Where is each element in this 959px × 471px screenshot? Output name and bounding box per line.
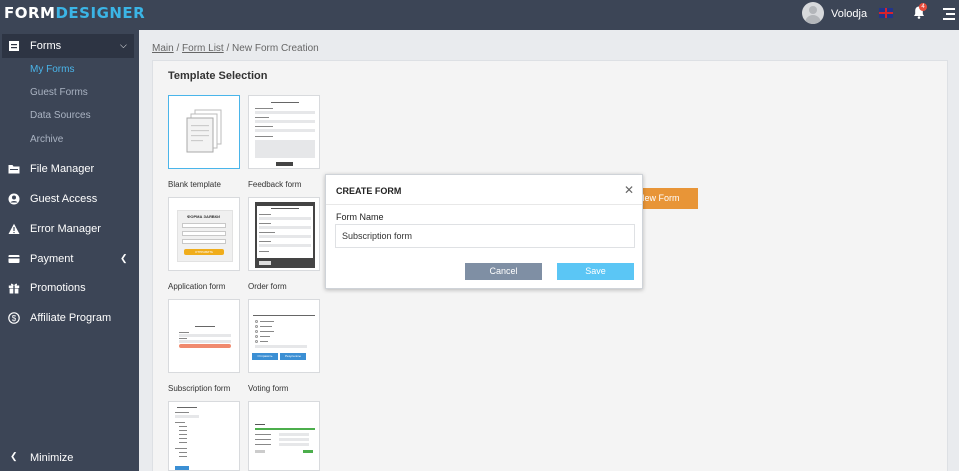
chevron-down-icon: ⌵ <box>120 40 127 50</box>
sidebar-item-guest-access[interactable]: Guest Access <box>0 187 139 211</box>
create-form-modal: CREATE FORM ✕ Form Name Cancel Save <box>325 174 643 289</box>
form-name-input[interactable] <box>335 224 635 248</box>
sidebar-item-label: Forms <box>30 40 62 52</box>
breadcrumb-current: New Form Creation <box>232 43 319 54</box>
breadcrumb-separator: / <box>176 43 180 54</box>
app-logo[interactable]: FORMDESIGNER <box>4 4 145 22</box>
template-subscription[interactable] <box>168 299 240 373</box>
sidebar-item-file-manager[interactable]: File Manager <box>0 157 139 181</box>
breadcrumb-separator: / <box>226 43 230 54</box>
section-title: Template Selection <box>168 70 268 82</box>
top-bar: FORMDESIGNER Volodja 4 <box>0 0 959 30</box>
notification-badge: 4 <box>919 3 927 11</box>
folder-icon <box>8 165 20 174</box>
forms-icon <box>9 41 19 51</box>
sidebar-item-forms[interactable]: Forms ⌵ <box>2 34 134 58</box>
sidebar-subitem-my-forms[interactable]: My Forms <box>30 64 74 75</box>
template-label: Order form <box>248 282 287 291</box>
sidebar-item-promotions[interactable]: Promotions <box>0 276 139 300</box>
chevron-left-icon: ❮ <box>120 253 128 263</box>
sidebar-minimize-button[interactable]: ❮ Minimize <box>0 446 139 470</box>
template-label: Voting form <box>248 384 289 393</box>
sidebar-subitem-archive[interactable]: Archive <box>30 134 63 145</box>
sidebar-item-label: Guest Access <box>30 193 98 205</box>
preview-title: ФОРМА ЗАЯВКИ <box>187 214 220 219</box>
logo-part-designer: DESIGNER <box>55 4 146 22</box>
template-voting[interactable]: Отправить Результаты <box>248 299 320 373</box>
credit-card-icon <box>8 255 20 263</box>
sidebar-item-error-manager[interactable]: Error Manager <box>0 217 139 241</box>
user-avatar[interactable] <box>802 2 824 24</box>
sidebar-item-affiliate-program[interactable]: $ Affiliate Program <box>0 306 139 330</box>
save-button[interactable]: Save <box>557 263 634 280</box>
warning-icon <box>8 223 20 234</box>
sidebar-item-payment[interactable]: Payment ❮ <box>0 247 139 271</box>
modal-divider <box>326 204 642 205</box>
chevron-left-icon: ❮ <box>10 451 18 461</box>
username[interactable]: Volodja <box>831 8 867 20</box>
svg-text:$: $ <box>12 314 17 323</box>
preview-button-label: ОТПРАВИТЬ <box>194 250 214 254</box>
template-feedback[interactable] <box>248 95 320 169</box>
sidebar-item-label: Error Manager <box>30 223 101 235</box>
sidebar-subitem-data-sources[interactable]: Data Sources <box>30 110 91 121</box>
uk-flag-icon[interactable] <box>879 8 893 18</box>
sidebar: Forms ⌵ My Forms Guest Forms Data Source… <box>0 30 139 471</box>
dollar-circle-icon: $ <box>8 312 20 324</box>
preview-button-label: Отправить <box>257 354 273 358</box>
user-circle-icon <box>8 193 20 205</box>
template-application[interactable]: ФОРМА ЗАЯВКИ ОТПРАВИТЬ <box>168 197 240 271</box>
preview-button-label: Результаты <box>285 354 301 358</box>
template-blank[interactable] <box>168 95 240 169</box>
template-poll[interactable] <box>248 401 320 471</box>
template-label: Subscription form <box>168 384 231 393</box>
logo-part-form: FORM <box>4 4 56 22</box>
template-label: Feedback form <box>248 180 302 189</box>
sidebar-item-label: File Manager <box>30 163 95 175</box>
sidebar-item-label: Affiliate Program <box>30 312 112 324</box>
template-order[interactable] <box>248 197 320 271</box>
template-label: Application form <box>168 282 226 291</box>
gift-icon <box>8 283 20 294</box>
template-survey[interactable] <box>168 401 240 471</box>
minimize-label: Minimize <box>30 452 74 464</box>
sidebar-item-label: Promotions <box>30 282 86 294</box>
sidebar-item-label: Payment <box>30 253 74 265</box>
document-icon <box>186 109 222 153</box>
form-name-label: Form Name <box>336 212 384 222</box>
breadcrumb-form-list-link[interactable]: Form List <box>182 43 224 54</box>
template-label: Blank template <box>168 180 221 189</box>
breadcrumb: Main / Form List / New Form Creation <box>152 43 319 54</box>
modal-title: CREATE FORM <box>336 186 402 196</box>
breadcrumb-main-link[interactable]: Main <box>152 43 174 54</box>
close-icon[interactable]: ✕ <box>624 183 634 197</box>
cancel-button[interactable]: Cancel <box>465 263 542 280</box>
sidebar-subitem-guest-forms[interactable]: Guest Forms <box>30 87 88 98</box>
hamburger-menu-icon[interactable] <box>943 8 955 20</box>
